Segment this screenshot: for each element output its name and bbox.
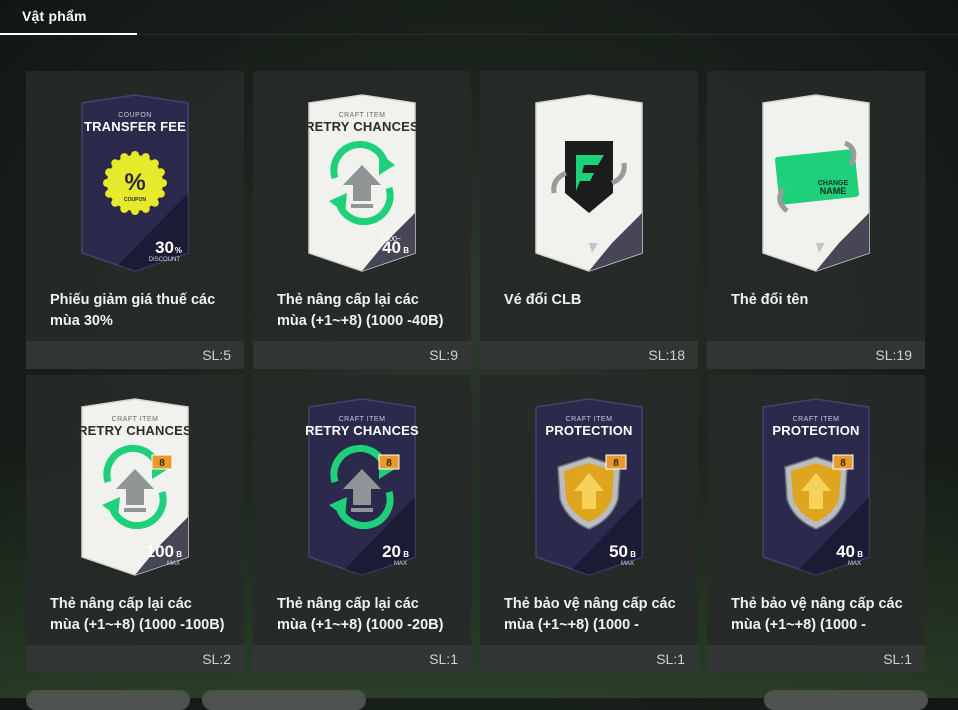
top-header: Vật phẩm bbox=[0, 0, 958, 36]
item-card[interactable]: COUPON TRANSFER FEE% COUPON 30% DISCOUNT Phiế… bbox=[26, 71, 244, 369]
shield-icon: CRAFT ITEM PROTECTION 8 50 B MAX bbox=[532, 397, 646, 577]
svg-text:PROTECTION: PROTECTION bbox=[545, 423, 632, 438]
svg-text:COUPON: COUPON bbox=[118, 112, 152, 119]
item-quantity: SL:1 bbox=[883, 651, 912, 667]
item-footer: SL:9 bbox=[253, 341, 471, 369]
svg-text:30: 30 bbox=[155, 238, 174, 257]
svg-text:CRAFT ITEM: CRAFT ITEM bbox=[793, 416, 840, 423]
item-quantity: SL:19 bbox=[875, 347, 912, 363]
svg-text:NAME: NAME bbox=[820, 186, 847, 196]
svg-text:RETRY CHANCES: RETRY CHANCES bbox=[78, 423, 192, 438]
svg-text:CRAFT ITEM: CRAFT ITEM bbox=[112, 416, 159, 423]
item-name: Phiếu giảm giá thuế các mùa 30% bbox=[50, 292, 216, 329]
svg-text:8: 8 bbox=[613, 458, 619, 469]
item-footer: SL:1 bbox=[253, 645, 471, 673]
item-name: Thẻ đổi tên bbox=[731, 292, 809, 308]
item-name: Thẻ nâng cấp lại các mùa (+1~+8) (1000 -… bbox=[50, 596, 225, 633]
svg-text:DISCOUNT: DISCOUNT bbox=[149, 257, 181, 263]
svg-text:8: 8 bbox=[840, 458, 846, 469]
item-footer: SL:5 bbox=[26, 341, 244, 369]
item-name: Thẻ bảo vệ nâng cấp các mùa (+1~+8) (100… bbox=[731, 596, 903, 633]
retry-arrows-icon: CRAFT ITEM RETRY CHANCES 8 100 B MAX bbox=[78, 397, 192, 577]
item-quantity: SL:1 bbox=[656, 651, 685, 667]
svg-text:CRAFT ITEM: CRAFT ITEM bbox=[339, 416, 386, 423]
svg-text:MAX: MAX bbox=[394, 561, 407, 567]
bottom-button-2[interactable] bbox=[202, 690, 366, 710]
svg-text:RETRY CHANCES: RETRY CHANCES bbox=[305, 119, 419, 134]
item-quantity: SL:5 bbox=[202, 347, 231, 363]
item-name: Thẻ nâng cấp lại các mùa (+1~+8) (1000 -… bbox=[277, 596, 444, 633]
item-quantity: SL:9 bbox=[429, 347, 458, 363]
item-quantity: SL:1 bbox=[429, 651, 458, 667]
item-card[interactable]: Vé đổi CLB SL:18 bbox=[480, 71, 698, 369]
item-card[interactable]: CRAFT ITEM RETRY CHANCES 8 20 B MAX Thẻ nâng c… bbox=[253, 375, 471, 673]
bottom-button-3[interactable] bbox=[764, 690, 928, 710]
svg-text:TRANSFER FEE: TRANSFER FEE bbox=[84, 119, 186, 134]
svg-text:MAX: MAX bbox=[848, 561, 861, 567]
header-divider bbox=[137, 34, 958, 35]
svg-text:%: % bbox=[124, 169, 145, 196]
svg-text:B: B bbox=[403, 246, 409, 255]
item-footer: SL:18 bbox=[480, 341, 698, 369]
svg-text:B: B bbox=[403, 550, 409, 559]
svg-text:B: B bbox=[176, 550, 182, 559]
item-name: Vé đổi CLB bbox=[504, 292, 582, 308]
svg-text:40: 40 bbox=[836, 542, 855, 561]
svg-text:PROTECTION: PROTECTION bbox=[772, 423, 859, 438]
svg-text:8: 8 bbox=[159, 458, 165, 469]
svg-text:B: B bbox=[857, 550, 863, 559]
item-footer: SL:1 bbox=[707, 645, 925, 673]
item-quantity: SL:18 bbox=[648, 347, 685, 363]
svg-text:%: % bbox=[175, 246, 182, 255]
item-footer: SL:2 bbox=[26, 645, 244, 673]
svg-text:B: B bbox=[630, 550, 636, 559]
item-footer: SL:19 bbox=[707, 341, 925, 369]
item-footer: SL:1 bbox=[480, 645, 698, 673]
item-card[interactable]: CRAFT ITEM PROTECTION 8 40 B MAX Thẻ bảo vệ nâ… bbox=[707, 375, 925, 673]
retry-arrows-icon: CRAFT ITEM RETRY CHANCES 1000~ 40 B bbox=[305, 93, 419, 273]
coupon-icon: COUPON TRANSFER FEE% COUPON 30% DISCOUNT bbox=[78, 93, 192, 273]
tab-items[interactable]: Vật phẩm bbox=[0, 0, 137, 35]
svg-text:COUPON: COUPON bbox=[124, 197, 146, 203]
item-card[interactable]: CRAFT ITEM RETRY CHANCES 8 100 B MAX Thẻ nâng … bbox=[26, 375, 244, 673]
svg-text:MAX: MAX bbox=[167, 561, 180, 567]
item-card[interactable]: CRAFT ITEM RETRY CHANCES 1000~ 40 B Thẻ nâng … bbox=[253, 71, 471, 369]
svg-text:RETRY CHANCES: RETRY CHANCES bbox=[305, 423, 419, 438]
svg-text:CRAFT ITEM: CRAFT ITEM bbox=[566, 416, 613, 423]
tab-items-label: Vật phẩm bbox=[22, 8, 87, 24]
shield-icon: CRAFT ITEM PROTECTION 8 40 B MAX bbox=[759, 397, 873, 577]
item-name: Thẻ nâng cấp lại các mùa (+1~+8) (1000 -… bbox=[277, 292, 444, 329]
svg-text:50: 50 bbox=[609, 542, 628, 561]
svg-text:20: 20 bbox=[382, 542, 401, 561]
svg-text:100: 100 bbox=[146, 542, 174, 561]
bottom-button-1[interactable] bbox=[26, 690, 190, 710]
club-swap-icon bbox=[532, 93, 646, 273]
item-card[interactable]: CRAFT ITEM PROTECTION 8 50 B MAX Thẻ bảo vệ nâ… bbox=[480, 375, 698, 673]
item-card[interactable]: CHANGE NAME Thẻ đổi tên SL:19 bbox=[707, 71, 925, 369]
svg-text:8: 8 bbox=[386, 458, 392, 469]
retry-arrows-icon: CRAFT ITEM RETRY CHANCES 8 20 B MAX bbox=[305, 397, 419, 577]
svg-text:40: 40 bbox=[382, 238, 401, 257]
svg-text:MAX: MAX bbox=[621, 561, 634, 567]
svg-text:CRAFT ITEM: CRAFT ITEM bbox=[339, 112, 386, 119]
name-change-icon: CHANGE NAME bbox=[759, 93, 873, 273]
item-quantity: SL:2 bbox=[202, 651, 231, 667]
item-name: Thẻ bảo vệ nâng cấp các mùa (+1~+8) (100… bbox=[504, 596, 676, 633]
